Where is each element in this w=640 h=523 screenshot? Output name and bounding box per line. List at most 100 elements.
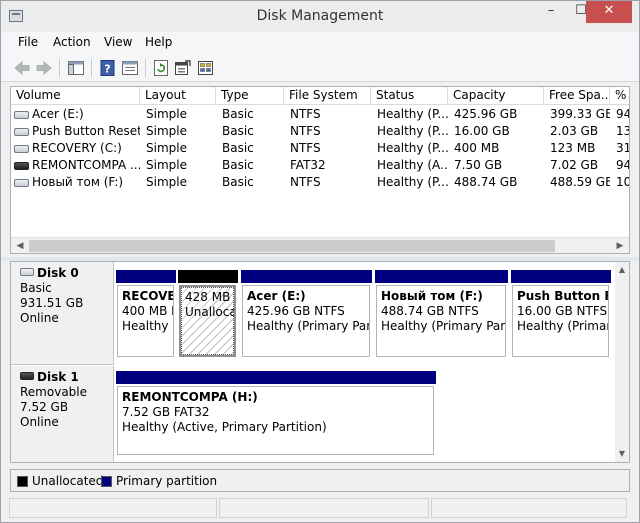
unallocated-bar (178, 270, 238, 283)
disk-size: 7.52 GB (20, 400, 69, 414)
partition-size: 16.00 GB NTFS (517, 304, 608, 318)
volume-name: Acer (E:) (32, 107, 84, 121)
status-segment (219, 498, 429, 518)
partition-status: Healthy (Active, Primary Partition) (122, 420, 327, 434)
volume-type: Basic (222, 107, 254, 121)
menu-file[interactable]: File (18, 35, 38, 49)
horizontal-scrollbar[interactable]: ◀ ▶ (11, 237, 629, 253)
volume-row[interactable]: RECOVERY (C:) Simple Basic NTFS Healthy … (11, 140, 629, 157)
scroll-right-icon[interactable]: ▶ (613, 240, 627, 252)
scrollbar-thumb[interactable] (29, 240, 555, 252)
legend-swatch-unallocated (17, 476, 28, 487)
legend-label-unallocated: Unallocated (32, 474, 104, 488)
column-header-file-system[interactable]: File System (284, 87, 371, 105)
partition-name: Новый том (F:) (381, 289, 483, 303)
disk-0-info[interactable]: Disk 0 Basic 931.51 GB Online (11, 262, 114, 365)
disk-management-window: Disk Management – ☐ ✕ File Action View H… (0, 0, 640, 523)
partition-size: 400 MB N (122, 304, 173, 318)
volume-file-system: NTFS (290, 124, 321, 138)
partition-unallocated[interactable]: 428 MB Unalloca (178, 270, 238, 359)
partition-recovery[interactable]: RECOVEI 400 MB N Healthy ( (116, 270, 176, 359)
hard-disk-icon (20, 268, 34, 276)
vertical-scrollbar[interactable]: ▲ ▼ (615, 262, 629, 462)
disk-0-partitions: RECOVEI 400 MB N Healthy ( 428 MB Unallo… (114, 270, 615, 365)
volume-name: RECOVERY (C:) (32, 141, 122, 155)
volume-file-system: NTFS (290, 141, 321, 155)
column-header-volume[interactable]: Volume (11, 87, 140, 105)
primary-partition-bar (241, 270, 372, 283)
close-button[interactable]: ✕ (586, 1, 632, 23)
column-header-capacity[interactable]: Capacity (448, 87, 544, 105)
graphical-disk-view: Disk 0 Basic 931.51 GB Online RECOVEI 40… (10, 261, 630, 463)
svg-text:?: ? (104, 63, 110, 76)
legend-swatch-primary (101, 476, 112, 487)
menu-view[interactable]: View (104, 35, 132, 49)
disk-settings-icon[interactable] (197, 59, 215, 77)
volume-status: Healthy (A... (377, 158, 448, 172)
partition-status: Unalloca (185, 305, 236, 319)
properties-panel-icon[interactable] (121, 59, 139, 77)
volume-layout: Simple (146, 158, 187, 172)
volume-percent-free: 94 (616, 107, 630, 121)
partition-push-button-reset[interactable]: Push Button Re 16.00 GB NTFS Healthy (Pr… (511, 270, 611, 359)
volume-status: Healthy (P... (377, 124, 448, 138)
back-arrow-icon[interactable] (13, 59, 31, 77)
column-header-type[interactable]: Type (216, 87, 284, 105)
scroll-left-icon[interactable]: ◀ (13, 240, 27, 252)
partition-status: Healthy (Primary Partit (381, 319, 506, 333)
volume-type: Basic (222, 124, 254, 138)
volume-capacity: 425.96 GB (454, 107, 518, 121)
partition-acer[interactable]: Acer (E:) 425.96 GB NTFS Healthy (Primar… (241, 270, 372, 359)
console-tree-icon[interactable] (67, 59, 85, 77)
drive-icon (14, 145, 29, 153)
disk-size: 931.51 GB (20, 296, 84, 310)
scroll-up-icon[interactable]: ▲ (616, 264, 628, 276)
column-header-free-space[interactable]: Free Spa... (544, 87, 610, 105)
refresh-icon[interactable] (152, 59, 170, 77)
volume-free-space: 123 MB (550, 141, 596, 155)
toolbar-separator (91, 59, 92, 77)
volume-layout: Simple (146, 141, 187, 155)
disk-state: Online (20, 311, 59, 325)
toolbar: ? (1, 54, 639, 82)
menu-action[interactable]: Action (53, 35, 91, 49)
volume-layout: Simple (146, 124, 187, 138)
column-header-status[interactable]: Status (371, 87, 448, 105)
partition-name: REMONTCOMPA (H:) (122, 390, 258, 404)
column-header-layout[interactable]: Layout (140, 87, 216, 105)
status-segment (431, 498, 627, 518)
properties-icon[interactable] (174, 59, 192, 77)
disk-1-info[interactable]: Disk 1 Removable 7.52 GB Online (11, 366, 114, 462)
disk-state: Online (20, 415, 59, 429)
disk-name: Disk 1 (37, 370, 79, 384)
volume-free-space: 399.33 GB (550, 107, 610, 121)
primary-partition-bar (116, 371, 436, 384)
minimize-button[interactable]: – (537, 1, 565, 23)
status-bar (1, 495, 639, 522)
volume-row[interactable]: Push Button Reset... Simple Basic NTFS H… (11, 123, 629, 140)
volume-capacity: 400 MB (454, 141, 500, 155)
partition-name: Acer (E:) (247, 289, 306, 303)
primary-partition-bar (511, 270, 611, 283)
partition-size: 488.74 GB NTFS (381, 304, 479, 318)
volume-percent-free: 94 (616, 158, 630, 172)
column-header-percent-free[interactable]: % F (610, 87, 629, 105)
primary-partition-bar (375, 270, 508, 283)
title-bar: Disk Management – ☐ ✕ (1, 1, 639, 31)
menu-help[interactable]: Help (145, 35, 172, 49)
volume-layout: Simple (146, 107, 187, 121)
volume-row[interactable]: Acer (E:) Simple Basic NTFS Healthy (P..… (11, 106, 630, 123)
partition-remontcompa[interactable]: REMONTCOMPA (H:) 7.52 GB FAT32 Healthy (… (116, 371, 436, 457)
volume-row[interactable]: Новый том (F:) Simple Basic NTFS Healthy… (11, 174, 629, 191)
volume-row[interactable]: REMONTCOMPA ... Simple Basic FAT32 Healt… (11, 157, 630, 174)
help-icon[interactable]: ? (99, 59, 117, 77)
drive-icon (14, 111, 29, 119)
scroll-down-icon[interactable]: ▼ (616, 448, 628, 460)
volume-name: Новый том (F:) (32, 175, 124, 189)
forward-arrow-icon[interactable] (35, 59, 53, 77)
disk-type: Basic (20, 281, 52, 295)
legend-label-primary: Primary partition (116, 474, 218, 488)
volume-name: Push Button Reset... (32, 124, 140, 138)
toolbar-separator (145, 59, 146, 77)
partition-novyi-tom[interactable]: Новый том (F:) 488.74 GB NTFS Healthy (P… (375, 270, 508, 359)
